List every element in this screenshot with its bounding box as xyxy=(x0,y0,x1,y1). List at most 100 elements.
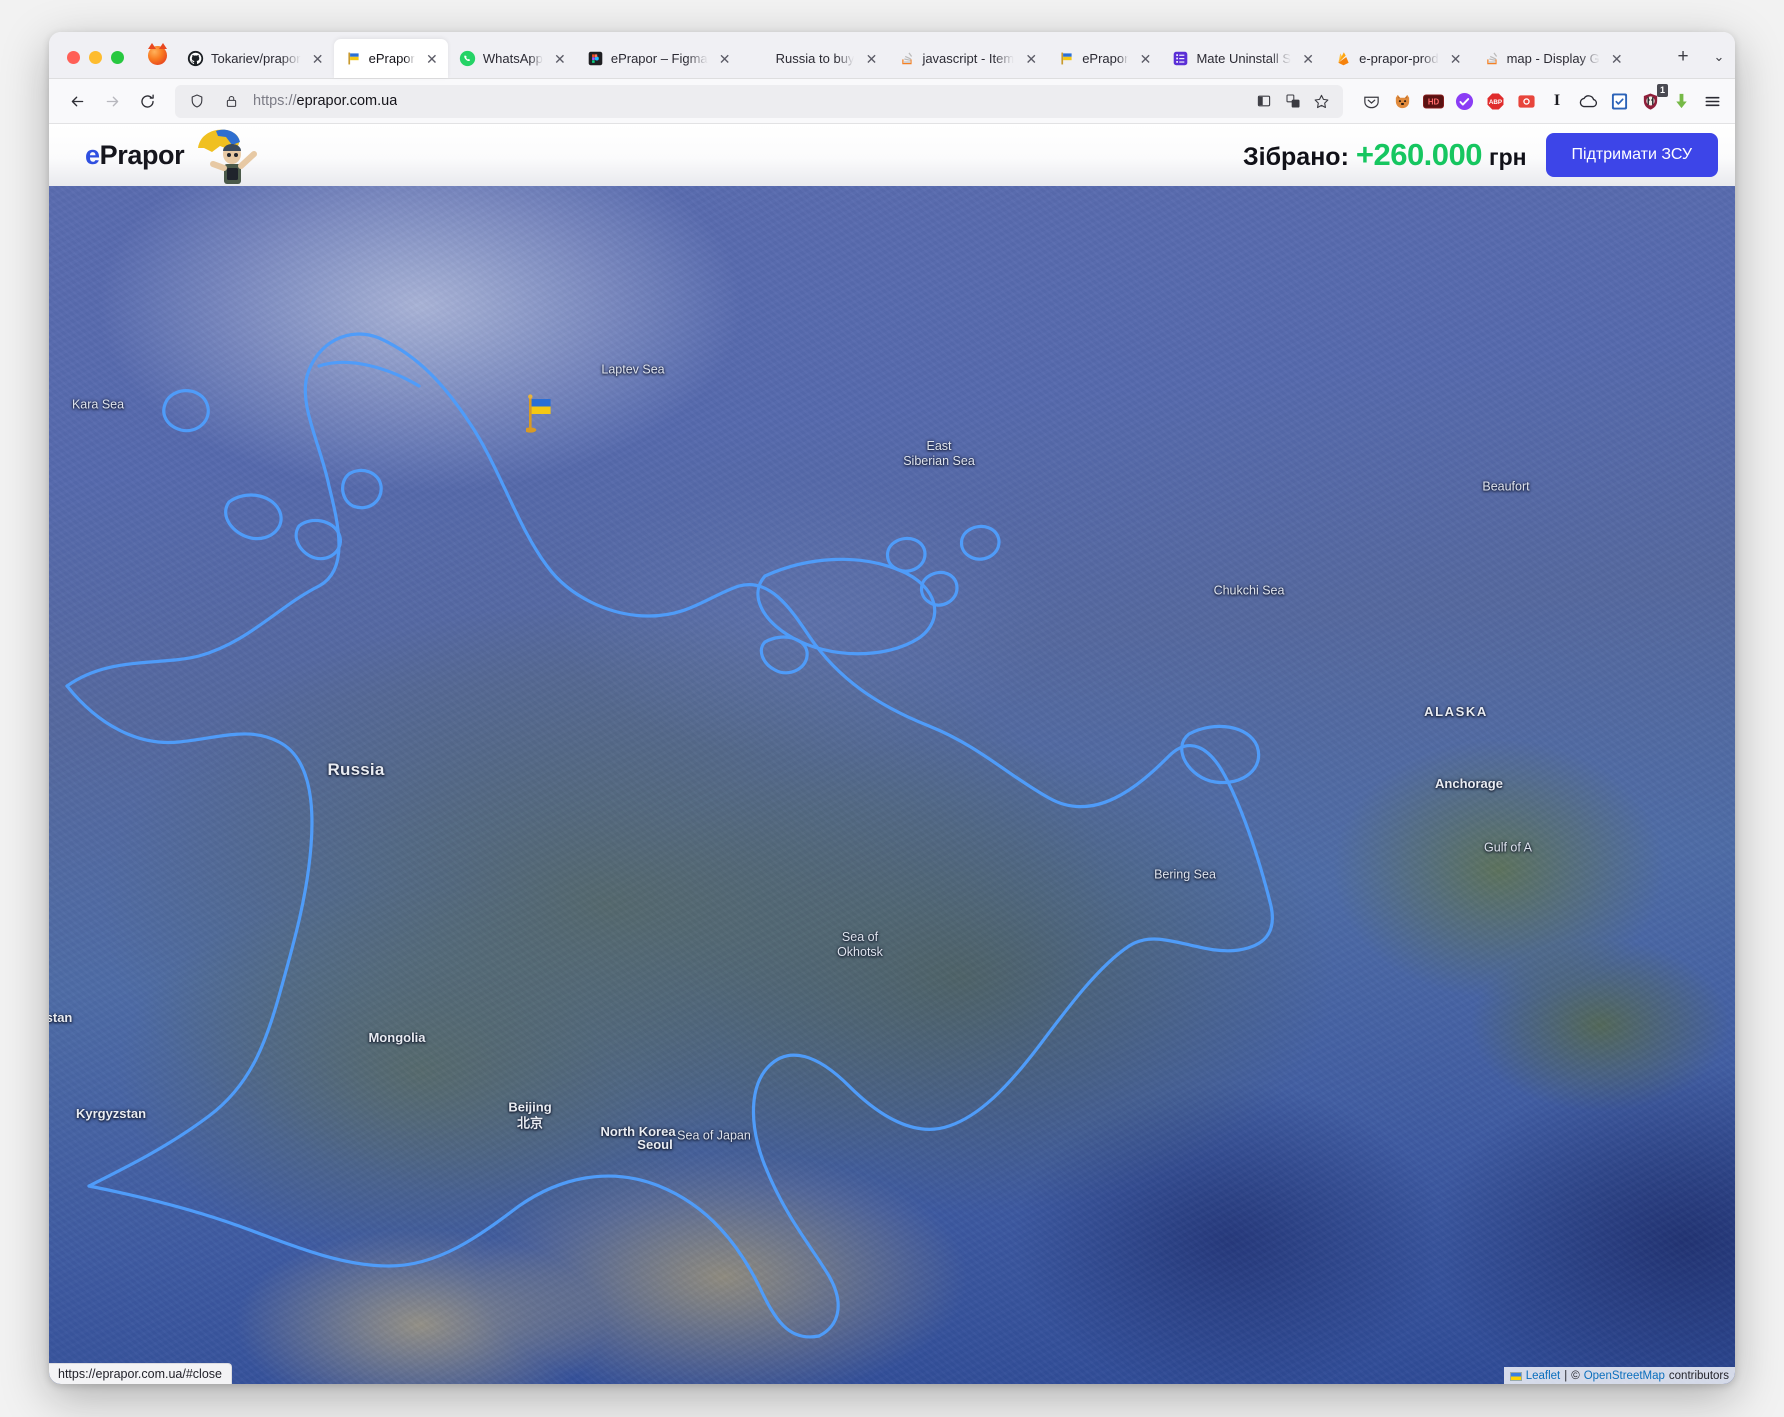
bookmark-star-icon[interactable] xyxy=(1308,88,1335,115)
privacy-badger-icon[interactable]: 1 xyxy=(1639,84,1668,112)
url-scheme: https:// xyxy=(253,93,297,109)
whatsapp-icon xyxy=(459,50,476,67)
tab-list: Tokariev/prapor ✕ ePrapor ✕ WhatsApp ✕ ePrapor… xyxy=(176,39,1667,78)
header-right: Зібрано: +260.000 грн Підтримати ЗСУ xyxy=(1243,133,1718,177)
raised-label: Зібрано: xyxy=(1242,143,1349,171)
forward-button[interactable] xyxy=(96,85,129,118)
address-bar[interactable]: https://eprapor.com.ua xyxy=(175,84,1343,118)
violentmonkey-icon[interactable] xyxy=(1453,90,1475,112)
address-bar-actions xyxy=(1250,88,1335,115)
browser-tab-2[interactable]: WhatsApp ✕ xyxy=(448,39,576,78)
translate-icon[interactable] xyxy=(1279,88,1306,115)
close-tab-button[interactable]: ✕ xyxy=(1135,49,1155,69)
download-icon[interactable] xyxy=(1670,90,1692,112)
map-container[interactable]: Kara Sea Laptev Sea East Siberian Sea Beauf… xyxy=(49,186,1735,1384)
app-menu-icon[interactable] xyxy=(1701,90,1723,112)
close-tab-button[interactable]: ✕ xyxy=(550,49,570,69)
russia-border-highlight xyxy=(65,332,1274,1339)
browser-tab-4[interactable]: Russia to buy ✕ xyxy=(741,39,888,78)
browser-tab-0[interactable]: Tokariev/prapor ✕ xyxy=(176,39,334,78)
todo-icon[interactable] xyxy=(1608,90,1630,112)
italic-icon[interactable]: I xyxy=(1546,90,1568,112)
maximize-window-button[interactable] xyxy=(111,51,124,64)
tab-title: ePrapor xyxy=(368,51,415,66)
reader-view-icon[interactable] xyxy=(1250,88,1277,115)
site-logo[interactable]: ePrapor xyxy=(85,124,260,186)
cloud-icon[interactable] xyxy=(1577,90,1599,112)
adblock-plus-icon[interactable]: ABP xyxy=(1484,90,1506,112)
mate-icon xyxy=(1172,50,1189,67)
navigation-toolbar: https://eprapor.com.ua HD ABP I 1 xyxy=(49,79,1735,124)
tab-title: map - Display G xyxy=(1506,51,1600,66)
figma-icon xyxy=(587,50,604,67)
notification-badge: 1 xyxy=(1656,84,1668,97)
hd-icon[interactable]: HD xyxy=(1422,90,1444,112)
raised-counter: Зібрано: +260.000 грн xyxy=(1243,137,1527,173)
browser-tab-8[interactable]: e-prapor-prod ✕ xyxy=(1324,39,1472,78)
browser-tab-5[interactable]: javascript - Item ✕ xyxy=(887,39,1047,78)
browser-window: Tokariev/prapor ✕ ePrapor ✕ WhatsApp ✕ ePrapor… xyxy=(49,32,1735,1384)
tab-title: Tokariev/prapor xyxy=(211,51,301,66)
firefox-icon xyxy=(142,40,172,70)
svg-text:ABP: ABP xyxy=(1488,98,1501,105)
openstreetmap-link[interactable]: OpenStreetMap xyxy=(1584,1370,1665,1382)
minimize-window-button[interactable] xyxy=(89,51,102,64)
tab-title: Mate Uninstall S xyxy=(1196,51,1292,66)
close-tab-button[interactable]: ✕ xyxy=(861,49,881,69)
browser-tab-6[interactable]: ePrapor ✕ xyxy=(1047,39,1161,78)
close-tab-button[interactable]: ✕ xyxy=(1446,49,1466,69)
tab-strip: Tokariev/prapor ✕ ePrapor ✕ WhatsApp ✕ ePrapor… xyxy=(49,32,1735,79)
tab-title: WhatsApp xyxy=(482,51,543,66)
url-host: eprapor.com.ua xyxy=(296,93,398,109)
eprapor-icon xyxy=(345,50,362,67)
close-tab-button[interactable]: ✕ xyxy=(422,49,442,69)
browser-tab-9[interactable]: map - Display G ✕ xyxy=(1472,39,1633,78)
link-status-bar: https://eprapor.com.ua/#close xyxy=(49,1363,232,1384)
github-icon xyxy=(187,50,204,67)
logo-e: e xyxy=(85,139,100,170)
support-army-button[interactable]: Підтримати ЗСУ xyxy=(1545,133,1718,177)
pocket-icon[interactable] xyxy=(1360,90,1382,112)
blank-favicon-icon xyxy=(752,50,769,67)
new-tab-button[interactable]: + xyxy=(1667,41,1699,73)
leaflet-link[interactable]: Leaflet xyxy=(1526,1370,1561,1382)
stackoverflow-icon xyxy=(1483,50,1500,67)
ukraine-flag-icon xyxy=(1509,1371,1522,1381)
firebase-icon xyxy=(1335,50,1352,67)
lock-icon[interactable] xyxy=(218,88,245,115)
tab-title: e-prapor-prod xyxy=(1359,51,1439,66)
close-tab-button[interactable]: ✕ xyxy=(308,49,328,69)
url-text: https://eprapor.com.ua xyxy=(253,93,397,109)
back-button[interactable] xyxy=(61,85,94,118)
tab-title: ePrapor – Figma xyxy=(610,51,708,66)
reload-button[interactable] xyxy=(131,85,164,118)
svg-text:HD: HD xyxy=(1427,97,1439,106)
logo-wordmark: ePrapor xyxy=(85,139,185,171)
shield-icon[interactable] xyxy=(183,88,210,115)
screenshot-root: Tokariev/prapor ✕ ePrapor ✕ WhatsApp ✕ ePrapor… xyxy=(0,0,1784,1417)
screenshot-icon[interactable] xyxy=(1515,90,1537,112)
tab-title: ePrapor xyxy=(1082,51,1129,66)
close-tab-button[interactable]: ✕ xyxy=(1021,49,1041,69)
close-tab-button[interactable]: ✕ xyxy=(715,49,735,69)
tab-title: javascript - Item xyxy=(922,51,1015,66)
window-traffic-lights xyxy=(57,51,138,78)
raised-currency: грн xyxy=(1488,144,1527,170)
close-window-button[interactable] xyxy=(67,51,80,64)
close-tab-button[interactable]: ✕ xyxy=(1298,49,1318,69)
site-header: ePrapor Зібрано: +260.000 грн Підтримати… xyxy=(49,124,1735,186)
browser-tab-1[interactable]: ePrapor ✕ xyxy=(333,39,448,78)
fox-extension-icon[interactable] xyxy=(1391,90,1413,112)
browser-tab-3[interactable]: ePrapor – Figma ✕ xyxy=(576,39,741,78)
raised-amount: +260.000 xyxy=(1355,137,1483,172)
extension-toolbar: HD ABP I 1 xyxy=(1354,84,1723,112)
browser-tab-7[interactable]: Mate Uninstall S ✕ xyxy=(1161,39,1324,78)
attribution-separator: | xyxy=(1564,1370,1568,1382)
copyright-symbol: © xyxy=(1571,1370,1580,1382)
close-tab-button[interactable]: ✕ xyxy=(1607,49,1627,69)
logo-rest: Prapor xyxy=(99,139,185,170)
ukraine-flag-marker[interactable] xyxy=(524,393,556,435)
mascot-with-ukraine-flag-icon xyxy=(186,124,260,186)
list-all-tabs-button[interactable]: ⌄ xyxy=(1703,41,1735,73)
eprapor-icon xyxy=(1058,50,1075,67)
